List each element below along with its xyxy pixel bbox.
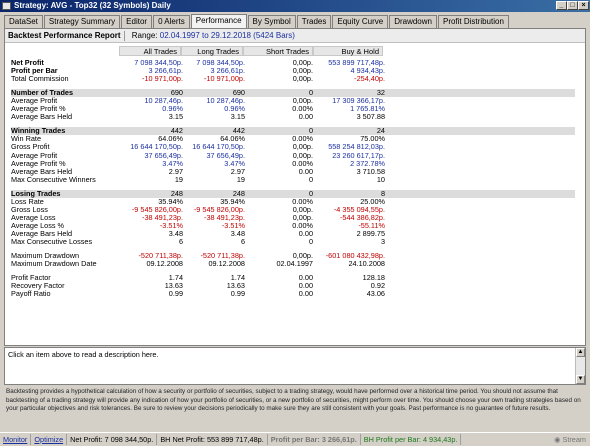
row-label: Total Commission [11, 74, 69, 84]
row-value: 0.99 [168, 289, 183, 299]
row-value: 0.00 [298, 112, 313, 122]
tab-by-symbol[interactable]: By Symbol [247, 15, 296, 28]
row-label: Max Consecutive Losses [11, 237, 93, 246]
close-button[interactable]: × [578, 1, 589, 10]
report-title: Backtest Performance Report [8, 31, 121, 40]
row-value: 0.99 [230, 289, 245, 299]
table-row[interactable]: Total Commission -10 971,00p. -10 971,00p.… [11, 75, 575, 83]
tab-editor[interactable]: Editor [121, 15, 153, 28]
table-row[interactable]: Profit Factor 1.74 1.74 0.00 128.18 [11, 274, 575, 282]
row-label: Max Consecutive Winners [11, 174, 96, 184]
table-row[interactable]: Average Profit % 0.96% 0.96% 0.00% 1 765.81% [11, 105, 575, 113]
tab-strategy-summary[interactable]: Strategy Summary [43, 15, 121, 28]
table-row[interactable]: Average Profit % 3.47% 3.47% 0.00% 2 372.78% [11, 159, 575, 168]
row-value: 0.00 [298, 289, 313, 299]
table-row[interactable]: Max Consecutive Winners 19 19 0 10 [11, 174, 575, 184]
row-value: 10 [376, 174, 385, 184]
description-scrollbar[interactable]: ▲ ▼ [575, 348, 585, 384]
row-value: 43.06 [366, 289, 385, 299]
row-value: -10 971,00p. [142, 74, 183, 84]
table-row[interactable]: Average Bars Held 3.48 3.48 0.00 2 899.75 [11, 229, 575, 238]
tab-strip: DataSet Strategy Summary Editor 0 Alerts Per… [4, 14, 510, 28]
bh-profit-per-bar-status: BH Profit per Bar: 4 934,43p. [361, 434, 462, 445]
description-box[interactable]: Click an item above to read a descriptio… [4, 347, 586, 385]
scroll-down-icon[interactable]: ▼ [576, 375, 585, 384]
row-label: Maximum Drawdown Date [11, 259, 97, 269]
row-value: 3 [380, 237, 385, 246]
row-value: -10 971,00p. [204, 74, 245, 84]
window-titlebar: Strategy: AVG - Top32 (32 Symbols) Daily… [0, 0, 590, 12]
row-value: 09.12.2008 [146, 259, 183, 269]
description-text: Click an item above to read a descriptio… [8, 350, 159, 359]
row-value: -254,40p. [354, 74, 385, 84]
tab-drawdown[interactable]: Drawdown [389, 15, 437, 28]
tab-trades[interactable]: Trades [296, 15, 332, 28]
disclaimer-text: Backtesting provides a hypothetical calc… [6, 388, 581, 412]
tab-profit-distribution[interactable]: Profit Distribution [437, 15, 509, 28]
scroll-up-icon[interactable]: ▲ [576, 348, 585, 357]
table-row[interactable]: Maximum Drawdown Date 09.12.2008 09.12.200… [11, 260, 575, 268]
tab-dataset[interactable]: DataSet [4, 15, 43, 28]
row-value: 0 [308, 174, 313, 184]
row-value: 19 [236, 174, 245, 184]
row-label: Average Bars Held [11, 112, 73, 122]
table-row[interactable]: Payoff Ratio 0.99 0.99 0.00 43.06 [11, 290, 575, 298]
column-header-buyhold[interactable]: Buy & Hold [313, 46, 383, 56]
stream-indicator[interactable]: ◉ Stream [554, 435, 590, 444]
minimize-button[interactable]: _ [556, 1, 567, 10]
row-value: 6 [178, 237, 183, 246]
range-info: Range: 02.04.1997 to 29.12.2018 (5424 Ba… [132, 31, 295, 40]
row-value: 02.04.1997 [276, 259, 313, 269]
row-label: Payoff Ratio [11, 289, 51, 299]
stream-icon: ◉ [554, 435, 561, 444]
table-row[interactable]: Average Bars Held 3.15 3.15 0.00 3 507.88 [11, 113, 575, 121]
table-row[interactable]: Average Loss % -3.51% -3.51% 0.00% -55.11% [11, 221, 575, 230]
row-value: 0 [308, 237, 313, 246]
row-value: 19 [174, 174, 183, 184]
window-title: Strategy: AVG - Top32 (32 Symbols) Daily [14, 1, 171, 10]
row-value: 24.10.2008 [348, 259, 385, 269]
row-value: 3.15 [230, 112, 245, 122]
row-value: 09.12.2008 [208, 259, 245, 269]
performance-panel: Backtest Performance Report Range: 02.04… [4, 28, 586, 346]
row-value: 3 507.88 [356, 112, 385, 122]
report-header: Backtest Performance Report Range: 02.04… [5, 29, 585, 43]
column-header-short[interactable]: Short Trades [243, 46, 313, 56]
maximize-button[interactable]: □ [567, 1, 578, 10]
profit-per-bar-status: Profit per Bar: 3 266,61p. [268, 434, 361, 445]
monitor-link[interactable]: Monitor [0, 434, 32, 445]
stream-label: Stream [562, 435, 586, 444]
range-value: 02.04.1997 to 29.12.2018 (5424 Bars) [159, 31, 295, 40]
row-value: 3.15 [168, 112, 183, 122]
row-value: 0,00p. [292, 74, 313, 84]
range-label: Range: [131, 31, 158, 40]
status-bar: Monitor Optimize Net Profit: 7 098 344,5… [0, 432, 590, 446]
column-header-long[interactable]: Long Trades [181, 46, 243, 56]
table-row[interactable]: Max Consecutive Losses 6 6 0 3 [11, 238, 575, 246]
net-profit-status: Net Profit: 7 098 344,50p. [67, 434, 158, 445]
tab-0-alerts[interactable]: 0 Alerts [153, 15, 190, 28]
tab-performance[interactable]: Performance [190, 14, 247, 28]
optimize-link[interactable]: Optimize [31, 434, 68, 445]
tab-equity-curve[interactable]: Equity Curve [332, 15, 389, 28]
bh-net-profit-status: BH Net Profit: 553 899 717,48p. [157, 434, 268, 445]
row-value: 6 [240, 237, 245, 246]
app-icon [2, 2, 11, 10]
table-row[interactable]: Recovery Factor 13.63 13.63 0.00 0.92 [11, 282, 575, 290]
column-header-all[interactable]: All Trades [119, 46, 181, 56]
